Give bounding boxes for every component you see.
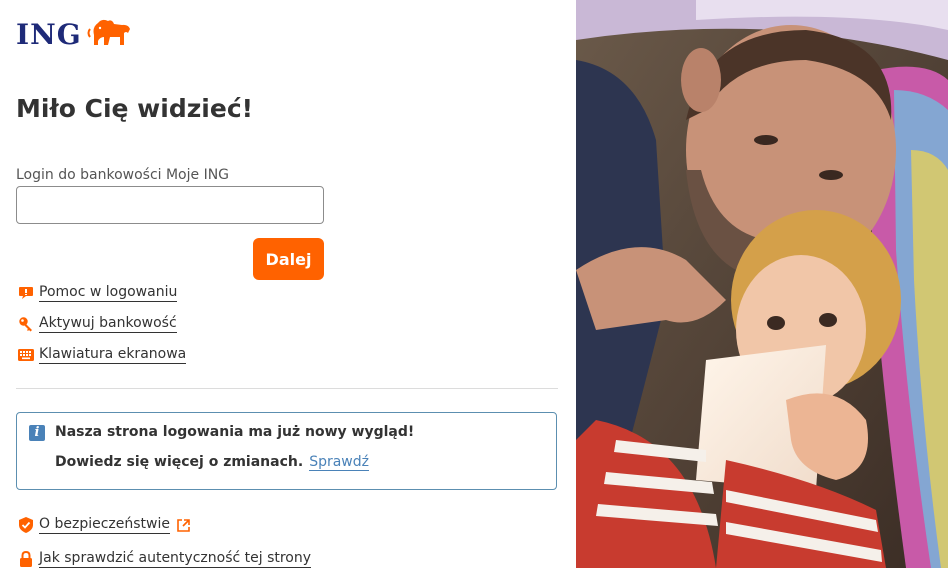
next-button[interactable]: Dalej: [253, 238, 324, 280]
authenticity-link[interactable]: Jak sprawdzić autentyczność tej strony: [39, 550, 312, 568]
info-notice: i Nasza strona logowania ma już nowy wyg…: [16, 412, 557, 490]
hero-photo: [576, 0, 948, 568]
info-text: Dowiedz się więcej o zmianach.: [55, 454, 304, 470]
lock-icon: [17, 551, 34, 568]
security-link[interactable]: O bezpieczeństwie: [39, 516, 170, 534]
info-icon: i: [29, 425, 45, 441]
keyboard-link-row: Klawiatura ekranowa: [17, 345, 187, 365]
check-link[interactable]: Sprawdź: [309, 454, 369, 471]
activate-banking-link[interactable]: Aktywuj bankowość: [39, 315, 177, 333]
shield-icon: [17, 517, 34, 534]
divider: [16, 388, 558, 389]
login-input[interactable]: [16, 186, 324, 224]
key-icon: [17, 316, 34, 333]
logo-text: ING: [16, 17, 82, 51]
help-login-link[interactable]: Pomoc w logowaniu: [39, 284, 178, 302]
info-title: Nasza strona logowania ma już nowy wyglą…: [55, 424, 415, 440]
external-link-icon[interactable]: [177, 518, 190, 532]
login-field-label: Login do bankowości Moje ING: [16, 167, 230, 183]
info-text-row: Dowiedz się więcej o zmianach. Sprawdź: [55, 454, 369, 471]
login-panel: ING Miło Cię widzieć! Login do bankowośc…: [0, 0, 576, 568]
ing-logo[interactable]: ING: [16, 14, 132, 54]
speech-bubble-icon: [17, 285, 34, 302]
help-link-row: Pomoc w logowaniu: [17, 283, 178, 303]
page-title: Miło Cię widzieć!: [16, 94, 254, 123]
keyboard-icon: [17, 347, 34, 364]
security-link-row: O bezpieczeństwie: [17, 515, 190, 535]
activate-link-row: Aktywuj bankowość: [17, 314, 177, 334]
lion-icon: [86, 15, 132, 53]
onscreen-keyboard-link[interactable]: Klawiatura ekranowa: [39, 346, 187, 364]
authenticity-link-row: Jak sprawdzić autentyczność tej strony: [17, 549, 312, 569]
